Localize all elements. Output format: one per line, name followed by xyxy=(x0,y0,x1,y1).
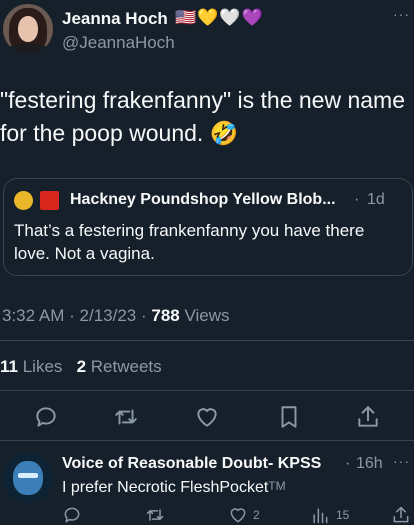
divider xyxy=(0,340,414,341)
reply-author-name[interactable]: Voice of Reasonable Doubt- KPSS xyxy=(62,455,321,473)
tweet-date: 2/13/23 xyxy=(79,306,137,325)
reply-time: 16h xyxy=(356,455,383,472)
quoted-tweet[interactable]: Hackney Poundshop Yellow Blob... · 1d Th… xyxy=(3,178,413,276)
reply-text-body: I prefer Necrotic FleshPocket xyxy=(62,479,269,496)
avatar-eyes xyxy=(18,473,38,478)
likes-label: Likes xyxy=(22,357,63,376)
avatar-shirt xyxy=(7,44,49,54)
retweets-label: Retweets xyxy=(90,357,162,376)
quoted-separator: · xyxy=(354,191,360,208)
tweet-stats: 11 Likes 2 Retweets xyxy=(0,357,162,377)
author-avatar[interactable] xyxy=(3,4,53,54)
reply-icon[interactable] xyxy=(33,404,59,430)
retweet-icon[interactable] xyxy=(113,404,139,430)
avatar-face xyxy=(18,16,38,42)
reply-author-avatar[interactable] xyxy=(3,453,53,503)
retweet-icon[interactable] xyxy=(145,505,165,525)
views-label: Views xyxy=(184,306,230,325)
tweet-meta: 3:32 AM · 2/13/23 · 788 Views xyxy=(2,306,230,326)
divider xyxy=(0,440,414,441)
share-icon[interactable] xyxy=(391,505,411,525)
reply-icon[interactable] xyxy=(62,505,82,525)
likes-stat[interactable]: 11 Likes xyxy=(0,357,62,376)
quoted-author-name: Hackney Poundshop Yellow Blob... xyxy=(70,191,336,208)
likes-count: 11 xyxy=(0,357,18,376)
quoted-text: That’s a festering frankenfanny you have… xyxy=(14,221,365,263)
like-icon[interactable] xyxy=(228,505,248,525)
reply-separator: · xyxy=(345,455,351,472)
more-options-icon[interactable]: ··· xyxy=(393,6,410,22)
tweet-time: 3:32 AM xyxy=(2,306,65,325)
reply-text: I prefer Necrotic FleshPocketTM xyxy=(62,479,286,497)
red-square-icon xyxy=(40,191,59,210)
views-icon[interactable] xyxy=(310,505,330,525)
retweets-stat[interactable]: 2 Retweets xyxy=(77,357,162,376)
share-icon[interactable] xyxy=(355,404,381,430)
reply-more-options-icon[interactable]: ··· xyxy=(393,453,410,469)
views-count: 788 xyxy=(151,306,180,325)
tweet-text: "festering frakenfanny" is the new name … xyxy=(0,87,405,146)
reply-views-count: 15 xyxy=(336,508,350,522)
quoted-time: 1d xyxy=(367,191,385,208)
divider xyxy=(0,390,414,391)
author-handle[interactable]: @JeannaHoch xyxy=(62,33,175,53)
author-name[interactable]: Jeanna Hoch xyxy=(62,9,168,29)
avatar-mask xyxy=(13,461,43,495)
retweets-count: 2 xyxy=(76,357,87,376)
author-badges: 🇺🇸💛🤍💜 xyxy=(175,8,264,27)
like-icon[interactable] xyxy=(194,404,220,430)
meta-separator: · xyxy=(140,306,147,325)
reply-likes-count: 2 xyxy=(253,508,260,522)
bookmark-icon[interactable] xyxy=(276,404,302,430)
meta-separator: · xyxy=(69,306,75,325)
trademark-mark: TM xyxy=(268,479,286,493)
yellow-circle-icon xyxy=(14,191,33,210)
